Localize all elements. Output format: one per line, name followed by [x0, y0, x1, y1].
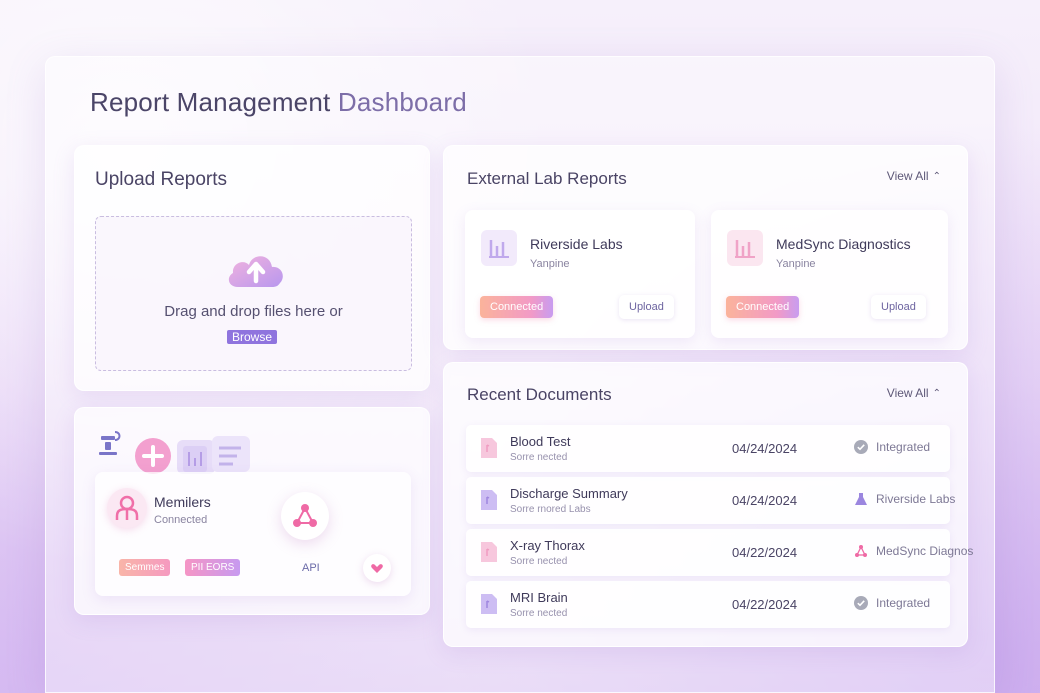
lab-name: Riverside Labs [530, 236, 623, 252]
document-status: MedSync Diagnos [854, 544, 973, 558]
connected-badge: Connected [480, 296, 554, 318]
document-source: Sorre nected [510, 452, 568, 463]
document-row[interactable]: Discharge Summary Sorre rnored Labs 04/2… [466, 477, 955, 524]
api-label[interactable]: API [302, 562, 320, 574]
dropzone[interactable]: Drag and drop files here or Browse [95, 216, 412, 371]
document-row[interactable]: X-ray Thorax Sorre nected 04/22/2024 Med… [466, 529, 973, 576]
user-icon [115, 495, 139, 520]
document-name: X-ray Thorax [510, 538, 585, 553]
upload-card-title: Upload Reports [95, 169, 228, 190]
document-row[interactable]: Blood Test Sorre nected 04/24/2024 Integ… [466, 425, 950, 472]
chevron-up-icon: ⌃ [932, 387, 941, 399]
document-status: Integrated [854, 440, 930, 454]
network-icon [293, 504, 317, 527]
document-date: 04/24/2024 [732, 493, 798, 508]
lab-card-riverside: Riverside Labs Yanpine Connected Upload [465, 210, 695, 338]
lab-name: MedSync Diagnostics [776, 236, 911, 252]
flask-icon [855, 493, 867, 505]
cloud-upload-icon [228, 256, 283, 287]
document-source: Sorre nected [510, 556, 568, 567]
document-row[interactable]: MRI Brain Sorre nected 04/22/2024 Integr… [466, 581, 950, 628]
document-name: MRI Brain [510, 590, 568, 605]
upload-card: Upload Reports Drag and drop files here … [74, 145, 430, 391]
page-title: Report Management Dashboard [90, 87, 467, 117]
network-icon [855, 545, 867, 557]
lab-card-medsync: MedSync Diagnostics Yanpine Connected Up… [711, 210, 948, 338]
document-date: 04/22/2024 [732, 545, 798, 560]
document-date: 04/24/2024 [732, 441, 798, 456]
heart-hand-icon [371, 564, 383, 573]
document-icon [481, 438, 497, 458]
document-status: Integrated [854, 596, 930, 610]
settings-button[interactable] [363, 554, 391, 582]
documents-view-all-link[interactable]: View All ⌃ [887, 386, 941, 400]
upload-button[interactable]: Upload [619, 295, 674, 319]
upload-button[interactable]: Upload [871, 295, 926, 319]
tag-pii[interactable]: PII EORS [185, 559, 241, 576]
tag-sources[interactable]: Semmes [119, 559, 171, 576]
drop-instructions: Drag and drop files here or [164, 303, 343, 320]
robot-icon [99, 431, 121, 455]
document-icon [481, 594, 497, 614]
dashboard-panel: Report Management Dashboard Upload Repor… [45, 56, 995, 693]
check-circle-icon [854, 440, 868, 454]
document-name: Discharge Summary [510, 486, 628, 501]
browse-button[interactable]: Browse [227, 330, 278, 344]
check-circle-icon [854, 596, 868, 610]
avatar [107, 488, 147, 528]
connected-badge: Connected [726, 296, 800, 318]
integration-icons [99, 431, 250, 474]
lab-sub: Yanpine [530, 258, 570, 270]
document-date: 04/22/2024 [732, 597, 798, 612]
lab-sub: Yanpine [776, 258, 816, 270]
network-button[interactable] [281, 492, 329, 540]
document-source: Sorre rnored Labs [510, 504, 591, 515]
labs-view-all-link[interactable]: View All ⌃ [887, 169, 941, 183]
integrations-card: Memilers Connected Semmes PII EORS API [74, 407, 430, 615]
document-source: Sorre nected [510, 608, 568, 619]
document-icon [481, 490, 497, 510]
chart-icon [481, 230, 517, 266]
document-status: Riverside Labs [854, 492, 955, 506]
documents-card: Recent Documents View All ⌃ Blood Test S… [443, 362, 973, 647]
chart-icon [727, 230, 763, 266]
members-panel: Memilers Connected Semmes PII EORS API [95, 472, 411, 596]
labs-card: External Lab Reports View All ⌃ Riversid… [443, 145, 968, 350]
documents-card-title: Recent Documents [467, 385, 612, 404]
document-icon [481, 542, 497, 562]
members-label: Memilers [154, 494, 211, 510]
members-status: Connected [154, 514, 208, 526]
chevron-up-icon: ⌃ [932, 170, 941, 182]
labs-card-title: External Lab Reports [467, 169, 627, 188]
document-name: Blood Test [510, 434, 571, 449]
